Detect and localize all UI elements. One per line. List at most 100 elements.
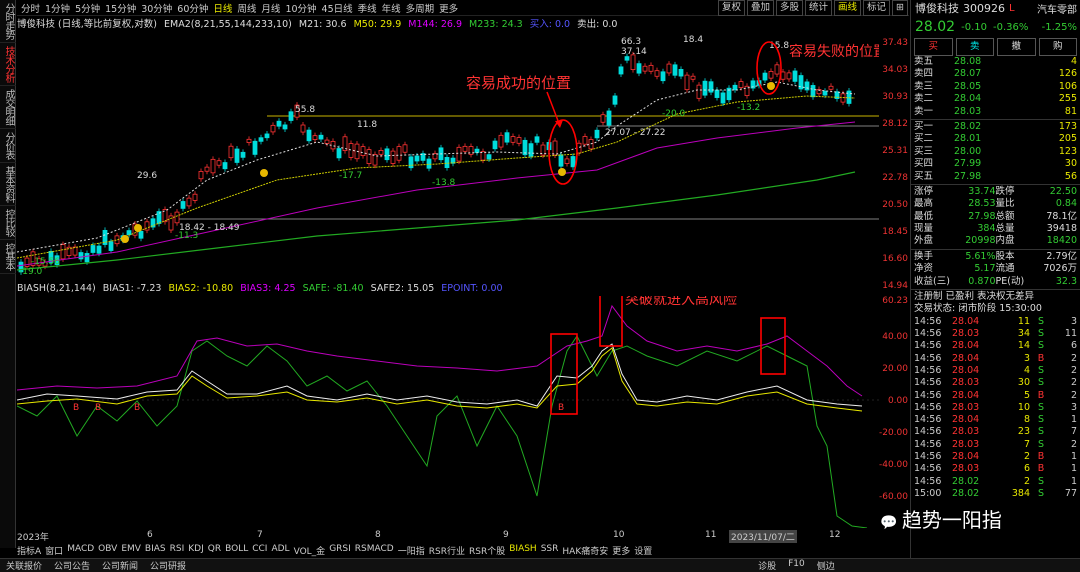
success-annotation: 容易成功的位置 (466, 74, 571, 92)
left-tab-1[interactable]: 技术分析 (0, 43, 16, 86)
tick-list[interactable]: 14:56 28.04 11 S 3 14:56 28.03 34 S 11 14:56 28.04 1… (911, 316, 1080, 500)
tick-cell: 14:56 (914, 438, 942, 450)
period-tab-13[interactable]: 多周期 (406, 1, 435, 15)
indicator-tab-3[interactable]: OBV (98, 544, 117, 558)
candle-body (804, 81, 810, 91)
period-tab-7[interactable]: 周线 (237, 1, 256, 15)
biash-indicator-chart[interactable]: B B B B 突破就进入高风险 (17, 296, 879, 528)
toolbar-button-5[interactable]: 标记 (863, 0, 891, 16)
period-tab-9[interactable]: 10分钟 (285, 1, 316, 15)
indicator-tab-7[interactable]: KDJ (188, 544, 204, 558)
candle-body (306, 129, 312, 142)
status-link-1[interactable]: 公司公告 (54, 559, 90, 572)
price-label: 55.8 (295, 105, 315, 115)
toolbar-button-1[interactable]: 叠加 (746, 0, 774, 16)
date-tick: 12 (829, 530, 841, 540)
toolbar-button-4[interactable]: 画线 (834, 0, 862, 16)
status-link-5[interactable]: F10 (788, 559, 805, 572)
price-label: -15.56 (31, 257, 60, 267)
indicator-name: BIASH(8,21,144) (17, 283, 96, 294)
indicator-tab-1[interactable]: 窗口 (45, 544, 63, 558)
toolbar-button-2[interactable]: 多股 (775, 0, 803, 16)
period-tab-12[interactable]: 年线 (382, 1, 401, 15)
left-tab-5[interactable]: 控比较 (0, 206, 16, 240)
buy-button[interactable]: 买 (914, 38, 953, 56)
bid-book: 买一 28.02 173 买二 28.01 205 买三 28.00 123 买四 27.99 30 买… (911, 121, 1080, 183)
period-tab-5[interactable]: 60分钟 (177, 1, 208, 15)
status-link-3[interactable]: 公司研报 (150, 559, 186, 572)
left-tab-0[interactable]: 分时走势 (0, 0, 16, 43)
indicator-tab-9[interactable]: BOLL (225, 544, 248, 558)
candle-body (378, 150, 384, 155)
indicator-tab-10[interactable]: CCI (252, 544, 267, 558)
candle-body (204, 166, 210, 172)
indicator-tab-5[interactable]: BIAS (145, 544, 166, 558)
candle-body (138, 230, 144, 239)
indicator-tab-4[interactable]: EMV (121, 544, 141, 558)
safe2-value: SAFE2: 15.05 (370, 283, 435, 294)
toolbar-button-3[interactable]: 统计 (804, 0, 832, 16)
indicator-tab-20[interactable]: HAK痛奇安 (562, 544, 608, 558)
sell-button[interactable]: 卖 (955, 38, 994, 56)
status-link-4[interactable]: 诊股 (758, 559, 776, 572)
b-marker: B (95, 403, 101, 413)
status-link-0[interactable]: 关联报价 (6, 559, 42, 572)
signal-dot-icon (134, 224, 142, 232)
indicator-tick: -60.00 (878, 492, 908, 502)
indicator-axis: 60.23 40.00 20.00 0.00 -20.00 -40.00 -60.00 (878, 296, 910, 528)
indicator-tab-2[interactable]: MACD (67, 544, 94, 558)
period-tab-2[interactable]: 5分钟 (75, 1, 100, 15)
period-tab-3[interactable]: 15分钟 (105, 1, 136, 15)
tick-cell: 28.04 (952, 315, 980, 327)
period-tab-14[interactable]: 更多 (439, 1, 458, 15)
highlight-box (760, 317, 786, 375)
indicator-tab-15[interactable]: 一阳指 (398, 544, 425, 558)
candle-body (324, 139, 330, 144)
toolbar-button-6[interactable]: ⊞ (892, 0, 908, 16)
indicator-tab-17[interactable]: RSR个股 (469, 544, 505, 558)
tick-cell: 28.03 (952, 377, 980, 389)
indicator-tab-14[interactable]: RSMACD (355, 544, 394, 558)
purchase-button[interactable]: 购 (1038, 38, 1077, 56)
candle-body (198, 171, 204, 180)
status-link-6[interactable]: 侧边 (817, 559, 835, 572)
indicator-tab-18[interactable]: BIASH (509, 544, 536, 558)
candle-body (828, 85, 834, 90)
indicator-tab-16[interactable]: RSR行业 (429, 544, 465, 558)
period-tab-1[interactable]: 1分钟 (45, 1, 70, 15)
indicator-tab-19[interactable]: SSR (541, 544, 559, 558)
period-tab-4[interactable]: 30分钟 (141, 1, 172, 15)
left-tab-4[interactable]: 基本资料 (0, 163, 16, 206)
period-tab-6[interactable]: 日线 (213, 1, 232, 15)
indicator-tab-13[interactable]: GRSI (329, 544, 351, 558)
candlestick-chart[interactable]: 55.8 11.8 29.6 66.3 37.14 18.4 15.8 -15.… (17, 30, 879, 282)
left-tab-3[interactable]: 分价表 (0, 129, 16, 163)
period-tab-0[interactable]: 分时 (21, 1, 40, 15)
date-tick: 2023年 (17, 533, 49, 543)
m233-value: M233: 24.3 (469, 19, 523, 30)
candle-body (258, 137, 264, 142)
left-tab-2[interactable]: 成交明细 (0, 86, 16, 129)
date-tick: 11 (705, 530, 717, 540)
indicator-tab-21[interactable]: 更多 (612, 544, 630, 558)
candle-body (768, 71, 774, 79)
bids-label: 买四 (914, 158, 934, 170)
candle-body (414, 155, 420, 162)
stats2-row: 换手 5.61% 股本 2.79亿 (911, 251, 1080, 263)
period-tab-11[interactable]: 季线 (358, 1, 377, 15)
stats2-cell: 2.79亿 (1046, 250, 1077, 262)
indicator-tab-0[interactable]: 指标A (17, 544, 41, 558)
left-tab-6[interactable]: 控基本 (0, 240, 16, 274)
indicator-tab-6[interactable]: RSI (170, 544, 185, 558)
indicator-tab-22[interactable]: 设置 (634, 544, 652, 558)
status-link-2[interactable]: 公司新闻 (102, 559, 138, 572)
toolbar-button-0[interactable]: 复权 (717, 0, 745, 16)
candle-body (156, 211, 162, 224)
indicator-tab-8[interactable]: QR (208, 544, 221, 558)
period-tab-8[interactable]: 月线 (261, 1, 280, 15)
period-tab-10[interactable]: 45日线 (322, 1, 353, 15)
indicator-tab-12[interactable]: VOL_金 (294, 544, 326, 558)
sector-name[interactable]: 汽车零部 (1037, 1, 1077, 16)
cancel-button[interactable]: 撤 (997, 38, 1036, 56)
indicator-tab-11[interactable]: ADL (271, 544, 289, 558)
